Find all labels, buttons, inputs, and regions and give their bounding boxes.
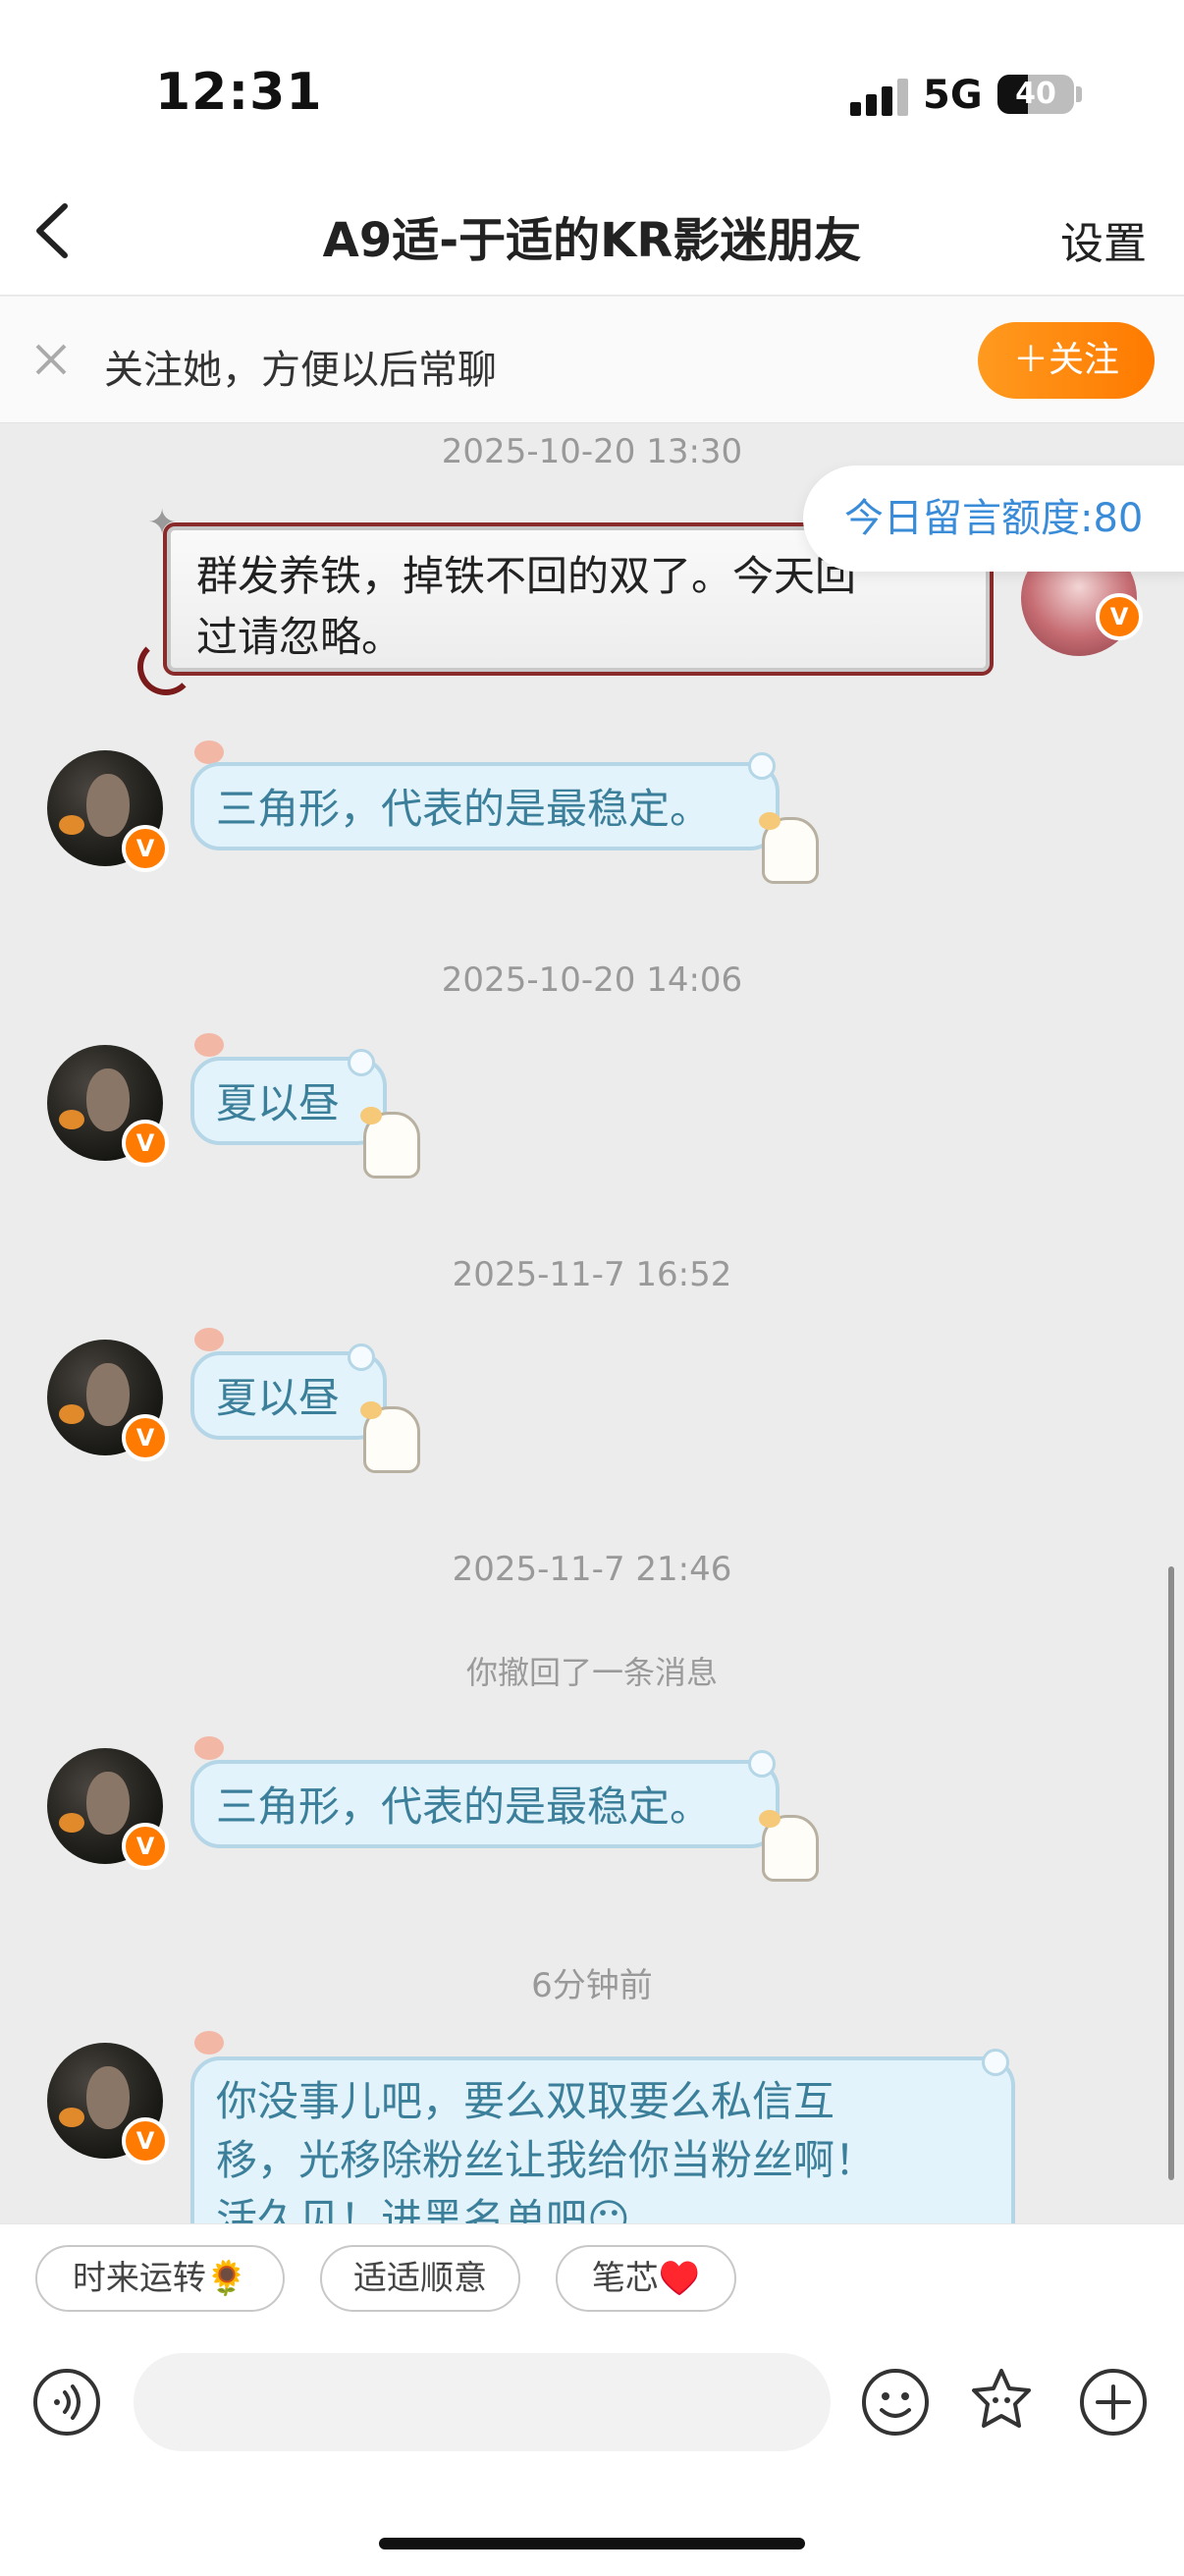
flower-decoration-icon — [194, 740, 224, 764]
verified-badge-icon: V — [1096, 593, 1143, 640]
plus-circle-icon — [1080, 2369, 1147, 2436]
ghost-sticker-icon — [759, 1810, 819, 1882]
verified-badge-icon: V — [122, 825, 169, 872]
quick-reply-chip[interactable]: 时来运转🌻 — [35, 2245, 285, 2312]
close-button[interactable] — [27, 336, 75, 383]
ghost-sticker-icon — [360, 1107, 420, 1178]
verified-badge-icon: V — [122, 1823, 169, 1870]
message-text: 过请忽略。 — [196, 613, 404, 661]
message-text: 夏以昼 — [216, 1079, 341, 1127]
sticker-icon — [972, 2369, 1031, 2428]
battery-level: 40 — [1015, 77, 1056, 111]
battery-icon: 40 — [997, 75, 1074, 114]
timestamp: 2025-10-20 14:06 — [441, 960, 743, 1000]
verified-badge-icon: V — [122, 1120, 169, 1167]
message-text: 移，光移除粉丝让我给你当粉丝啊！ — [216, 2136, 877, 2184]
scrollbar[interactable] — [1168, 1566, 1174, 2180]
moon-decoration-icon — [137, 638, 194, 695]
verified-badge-icon: V — [122, 1414, 169, 1461]
follow-button[interactable]: ＋关注 — [978, 322, 1155, 399]
message-text: 三角形，代表的是最稳定。 — [216, 785, 712, 833]
ghost-sticker-icon — [759, 812, 819, 884]
flower-decoration-icon — [194, 1328, 224, 1351]
timestamp: 6分钟前 — [531, 1966, 653, 2005]
bubble-decoration-icon — [348, 1049, 375, 1076]
add-button[interactable] — [1078, 2367, 1149, 2438]
flower-decoration-icon — [194, 1033, 224, 1057]
message-text: 三角形，代表的是最稳定。 — [216, 1782, 712, 1831]
verified-badge-icon: V — [122, 2117, 169, 2165]
message-bubble[interactable]: 三角形，代表的是最稳定。 — [190, 762, 780, 850]
close-icon — [35, 344, 67, 375]
message-quota: 今日留言额度:80 — [803, 466, 1184, 572]
bubble-decoration-icon — [348, 1343, 375, 1371]
bubble-decoration-icon — [748, 1750, 776, 1778]
quick-reply-chip[interactable]: 笔芯♥️ — [556, 2245, 736, 2312]
status-time: 12:31 — [155, 63, 323, 122]
message-input[interactable] — [134, 2353, 831, 2451]
settings-button[interactable]: 设置 — [1060, 208, 1147, 271]
emoji-icon — [862, 2369, 929, 2436]
home-indicator[interactable] — [379, 2538, 805, 2549]
message-bubble[interactable]: 三角形，代表的是最稳定。 — [190, 1760, 780, 1848]
timestamp: 2025-11-7 21:46 — [452, 1550, 732, 1589]
message-text: 夏以昼 — [216, 1374, 341, 1422]
signal-icon — [850, 79, 908, 116]
conversation-title: A9适-于适的KR影迷朋友 — [322, 213, 862, 268]
sticker-button[interactable] — [966, 2365, 1037, 2436]
bubble-decoration-icon — [748, 752, 776, 780]
flower-decoration-icon — [194, 2031, 224, 2055]
battery-tip — [1076, 86, 1082, 102]
timestamp: 2025-11-7 16:52 — [452, 1255, 732, 1294]
voice-icon — [33, 2369, 100, 2436]
flower-decoration-icon — [194, 1736, 224, 1760]
ghost-sticker-icon — [360, 1401, 420, 1473]
recall-notice: 你撤回了一条消息 — [465, 1654, 718, 1691]
emoji-button[interactable] — [860, 2367, 931, 2438]
follow-prompt: 关注她，方便以后常聊 — [104, 348, 497, 393]
network-label: 5G — [923, 73, 983, 118]
voice-button[interactable] — [31, 2367, 102, 2438]
quick-reply-chip[interactable]: 适适顺意 — [320, 2245, 520, 2312]
bubble-decoration-icon — [982, 2049, 1009, 2076]
message-text: 你没事儿吧，要么双取要么私信互 — [216, 2077, 835, 2125]
